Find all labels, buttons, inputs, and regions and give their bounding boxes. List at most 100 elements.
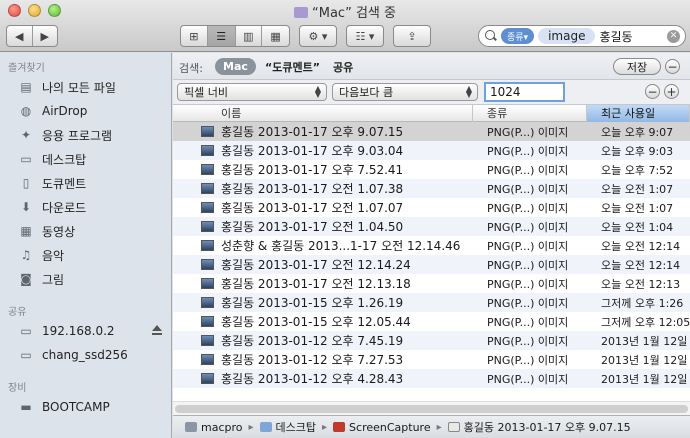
search-query-text[interactable]: 홍길동 xyxy=(599,28,632,45)
window-toolbar: “Mac” 검색 중 ◀ ▶ ⊞ ☰ ▥ ▦ ⚙ ▾ ☷ ▾ ⇪ 종류▾ ima… xyxy=(0,0,690,52)
sidebar-item-label: chang_ssd256 xyxy=(42,348,128,362)
sidebar-item-desktop[interactable]: ▭ 데스크탑 xyxy=(18,149,168,169)
popup-arrows-icon: ▲ ▼ xyxy=(314,84,321,99)
arrange-menu-button[interactable]: ☷ ▾ xyxy=(346,25,384,47)
sidebar-item-documents[interactable]: ▯ 도큐멘트 xyxy=(18,173,168,193)
sidebar-item-chang-ssd256[interactable]: ▭ chang_ssd256 xyxy=(18,345,168,365)
sidebar-item-label: 도큐멘트 xyxy=(42,176,87,191)
file-kind: PNG(P...) 이미지 xyxy=(487,296,569,310)
png-file-icon xyxy=(201,183,214,194)
path-separator-icon: ▸ xyxy=(436,421,442,433)
back-button[interactable]: ◀ xyxy=(7,26,33,46)
path-item-screencapture[interactable]: ScreenCapture xyxy=(333,421,431,434)
table-row[interactable]: 홍길동 2013-01-12 오후 7.27.53 PNG(P...) 이미지 20… xyxy=(173,350,690,369)
file-kind: PNG(P...) 이미지 xyxy=(487,163,569,177)
sidebar-item-label: BOOTCAMP xyxy=(42,400,110,414)
rule-value-field[interactable]: 1024 xyxy=(484,82,565,102)
table-row[interactable]: 홍길동 2013-01-17 오후 7.52.41 PNG(P...) 이미지 오늘… xyxy=(173,160,690,179)
file-kind: PNG(P...) 이미지 xyxy=(487,353,569,367)
sidebar-item-bootcamp[interactable]: ▬ BOOTCAMP xyxy=(18,397,168,417)
coverflow-view-button[interactable]: ▦ xyxy=(262,26,289,46)
kind-search-token[interactable]: 종류▾ xyxy=(501,28,535,44)
sidebar-item-music[interactable]: ♫ 음악 xyxy=(18,245,168,265)
save-search-button[interactable]: 저장 xyxy=(613,58,661,75)
path-item-desktop[interactable]: 데스크탑 xyxy=(259,419,317,435)
action-menu-button[interactable]: ⚙ ▾ xyxy=(299,25,337,47)
table-row[interactable]: 홍길동 2013-01-15 오후 12.05.44 PNG(P...) 이미지 그… xyxy=(173,312,690,331)
horizontal-scrollbar[interactable] xyxy=(173,401,690,415)
path-item-file[interactable]: 홍길동 2013-01-17 오후 9.07.15 xyxy=(447,419,631,435)
column-header-name[interactable]: 이름 xyxy=(173,105,473,122)
column-header-date[interactable]: 최근 사용일 xyxy=(587,105,690,122)
sidebar-item-applications[interactable]: ✦ 응용 프로그램 xyxy=(18,125,168,145)
sidebar: 즐겨찾기 ▤ 나의 모든 파일 ◍ AirDrop ✦ 응용 프로그램 ▭ 데스크탑 ▯… xyxy=(0,53,172,438)
table-row[interactable]: 홍길동 2013-01-17 오전 1.07.07 PNG(P...) 이미지 오늘… xyxy=(173,198,690,217)
file-kind: PNG(P...) 이미지 xyxy=(487,182,569,196)
file-last-opened: 오늘 오전 1:07 xyxy=(601,201,674,215)
eject-icon[interactable] xyxy=(152,325,162,335)
icon-view-button[interactable]: ⊞ xyxy=(181,26,208,46)
png-file-icon xyxy=(201,164,214,175)
png-file-icon xyxy=(201,145,214,156)
scope-mac-button[interactable]: Mac xyxy=(215,58,256,75)
scope-documents-button[interactable]: “도큐멘트” xyxy=(257,58,328,75)
file-name: 홍길동 2013-01-17 오후 9.03.04 xyxy=(221,144,404,158)
sidebar-item-label: 192.168.0.2 xyxy=(42,324,115,338)
column-header-row: 이름 종류 최근 사용일 xyxy=(173,105,690,122)
remove-rule-button[interactable]: − xyxy=(645,84,660,99)
table-row[interactable]: 성춘향 & 홍길동 2013...1-17 오전 12.14.46 PNG(P..… xyxy=(173,236,690,255)
add-rule-button[interactable]: + xyxy=(664,84,679,99)
table-row[interactable]: 홍길동 2013-01-15 오후 1.26.19 PNG(P...) 이미지 그저… xyxy=(173,293,690,312)
server-icon: ▭ xyxy=(20,348,32,362)
path-item-macpro[interactable]: macpro xyxy=(185,421,243,434)
path-bar: macpro ▸ 데스크탑 ▸ ScreenCapture ▸ 홍길동 2013… xyxy=(173,415,690,438)
file-name: 홍길동 2013-01-15 오후 1.26.19 xyxy=(221,296,404,310)
table-row[interactable]: 홍길동 2013-01-12 오후 7.45.19 PNG(P...) 이미지 20… xyxy=(173,331,690,350)
table-row[interactable]: 홍길동 2013-01-17 오전 1.04.50 PNG(P...) 이미지 오늘… xyxy=(173,217,690,236)
table-row[interactable]: 홍길동 2013-01-12 오후 4.28.43 PNG(P...) 이미지 20… xyxy=(173,369,690,388)
sidebar-item-downloads[interactable]: ⬇ 다운로드 xyxy=(18,197,168,217)
image-search-token[interactable]: image xyxy=(538,28,596,44)
downloads-icon: ⬇ xyxy=(20,200,32,214)
column-view-button[interactable]: ▥ xyxy=(236,26,263,46)
png-file-icon xyxy=(201,240,214,251)
file-last-opened: 오늘 오전 12:13 xyxy=(601,277,681,291)
rule-operator-popup[interactable]: 다음보다 큼 ▲ ▼ xyxy=(332,83,478,101)
sidebar-item-label: 데스크탑 xyxy=(42,152,87,167)
file-kind: PNG(P...) 이미지 xyxy=(487,144,569,158)
clear-search-icon[interactable]: ✕ xyxy=(667,30,680,43)
all-files-icon: ▤ xyxy=(20,80,32,94)
remove-scope-button[interactable]: − xyxy=(665,59,680,74)
search-field[interactable]: 종류▾ image 홍길동 ✕ xyxy=(478,25,686,47)
sidebar-item-movies[interactable]: ▦ 동영상 xyxy=(18,221,168,241)
sidebar-item-all-files[interactable]: ▤ 나의 모든 파일 xyxy=(18,77,168,97)
table-row[interactable]: 홍길동 2013-01-17 오후 9.03.04 PNG(P...) 이미지 오늘… xyxy=(173,141,690,160)
table-row[interactable]: 홍길동 2013-01-17 오후 9.07.15 PNG(P...) 이미지 오늘… xyxy=(173,122,690,141)
search-rule-bar: 픽셀 너비 ▲ ▼ 다음보다 큼 ▲ ▼ 1024 − + xyxy=(173,80,690,105)
sidebar-item-server-192[interactable]: ▭ 192.168.0.2 xyxy=(18,321,168,341)
sidebar-item-label: 동영상 xyxy=(42,224,76,239)
scrollbar-thumb[interactable] xyxy=(175,405,688,413)
table-row[interactable]: 홍길동 2013-01-17 오전 12.14.24 PNG(P...) 이미지 오… xyxy=(173,255,690,274)
search-icon xyxy=(485,30,497,42)
sidebar-section-shared: 공유 xyxy=(8,307,27,318)
rule-attribute-popup[interactable]: 픽셀 너비 ▲ ▼ xyxy=(177,83,327,101)
forward-button[interactable]: ▶ xyxy=(33,26,58,46)
path-item-label: macpro xyxy=(201,420,243,434)
table-row[interactable]: 홍길동 2013-01-17 오전 1.07.38 PNG(P...) 이미지 오늘… xyxy=(173,179,690,198)
share-button[interactable]: ⇪ xyxy=(393,25,431,47)
file-name: 홍길동 2013-01-17 오전 12.13.18 xyxy=(221,277,411,291)
path-item-label: 데스크탑 xyxy=(275,421,317,434)
sidebar-item-airdrop[interactable]: ◍ AirDrop xyxy=(18,101,168,121)
file-name: 홍길동 2013-01-17 오후 9.07.15 xyxy=(221,125,404,139)
icon-view-icon: ⊞ xyxy=(189,29,199,43)
list-view-button[interactable]: ☰ xyxy=(207,26,236,46)
table-row[interactable]: 홍길동 2013-01-17 오전 12.13.18 PNG(P...) 이미지 오… xyxy=(173,274,690,293)
file-last-opened: 오늘 오후 9:07 xyxy=(601,125,674,139)
sidebar-item-pictures[interactable]: ◙ 그림 xyxy=(18,269,168,289)
png-file-icon xyxy=(201,297,214,308)
file-icon xyxy=(447,422,460,432)
column-header-kind[interactable]: 종류 xyxy=(473,105,587,122)
smart-folder-icon xyxy=(294,7,309,18)
scope-shared-button[interactable]: 공유 xyxy=(325,58,361,75)
